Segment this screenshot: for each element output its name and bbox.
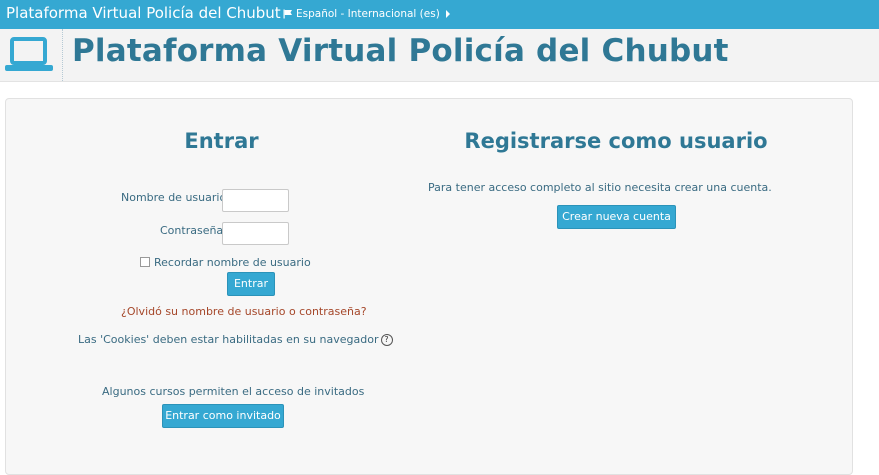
guest-login-button[interactable]: Entrar como invitado bbox=[162, 404, 284, 428]
username-input[interactable] bbox=[222, 189, 289, 212]
caret-right-icon bbox=[445, 10, 450, 18]
create-account-button[interactable]: Crear nueva cuenta bbox=[557, 205, 676, 229]
password-input[interactable] bbox=[222, 222, 289, 245]
cookies-notice-text: Las 'Cookies' deben estar habilitadas en… bbox=[78, 333, 379, 346]
flag-icon bbox=[283, 9, 292, 19]
help-icon[interactable]: ? bbox=[380, 334, 393, 346]
login-heading: Entrar bbox=[184, 129, 259, 153]
signup-heading: Registrarse como usuario bbox=[464, 129, 768, 153]
top-navbar: Plataforma Virtual Policía del Chubut Es… bbox=[0, 0, 879, 29]
guest-access-text: Algunos cursos permiten el acceso de inv… bbox=[102, 385, 365, 398]
login-button[interactable]: Entrar bbox=[227, 272, 275, 296]
forgot-password-link[interactable]: ¿Olvidó su nombre de usuario o contraseñ… bbox=[121, 305, 367, 318]
remember-username-checkbox[interactable] bbox=[140, 257, 150, 267]
laptop-icon bbox=[5, 37, 53, 71]
username-label: Nombre de usuario bbox=[121, 191, 227, 204]
login-section: Entrar Nombre de usuario Contraseña Reco… bbox=[6, 99, 446, 474]
page-title: Plataforma Virtual Policía del Chubut bbox=[72, 33, 729, 69]
cookies-notice: Las 'Cookies' deben estar habilitadas en… bbox=[78, 333, 393, 346]
page-header: Plataforma Virtual Policía del Chubut bbox=[0, 29, 879, 82]
signup-info-text: Para tener acceso completo al sitio nece… bbox=[428, 181, 772, 194]
header-icon-area bbox=[0, 29, 63, 81]
language-menu[interactable]: Español - Internacional (es) bbox=[283, 8, 450, 20]
password-label: Contraseña bbox=[160, 224, 224, 237]
site-brand-link[interactable]: Plataforma Virtual Policía del Chubut bbox=[6, 4, 281, 22]
remember-username-label: Recordar nombre de usuario bbox=[154, 256, 311, 269]
language-label: Español - Internacional (es) bbox=[296, 8, 440, 20]
login-panel: Entrar Nombre de usuario Contraseña Reco… bbox=[5, 98, 853, 475]
